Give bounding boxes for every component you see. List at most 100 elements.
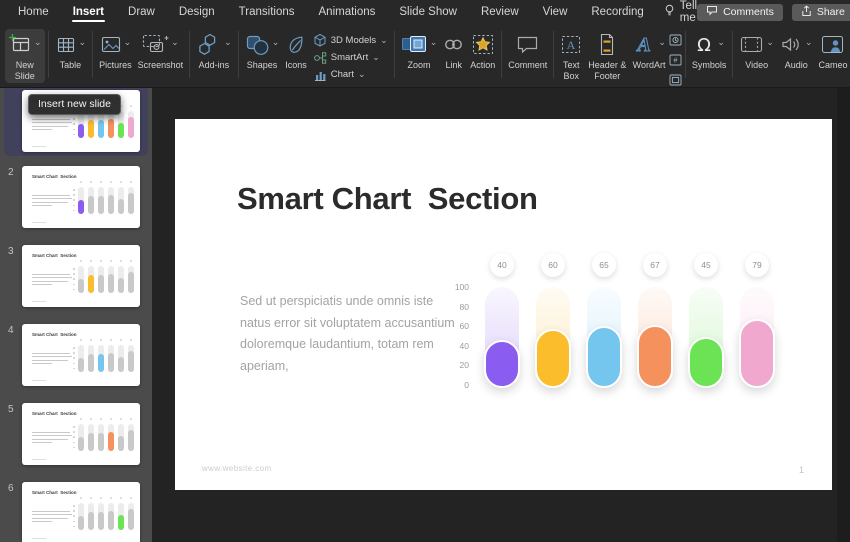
slide-thumbnail-3[interactable]: Smart Chart Section [22,245,140,307]
thumbnail-axis-dot [73,526,75,528]
tab-review[interactable]: Review [469,0,531,24]
thumbnail-value-dot [120,339,122,341]
thumbnail-footer-line [32,301,46,302]
tab-transitions[interactable]: Transitions [227,0,307,24]
chevron-down-icon[interactable]: ⌄ [79,38,87,47]
chevron-down-icon[interactable]: ⌄ [358,70,366,79]
thumbnail-value-dot [80,418,82,420]
header-footer-label: Header & Footer [588,60,626,81]
thumbnail-chart-pill [98,354,104,372]
slide-thumbnail-5[interactable]: Smart Chart Section [22,403,140,465]
ribbon-item-new-slide[interactable]: ⌄New Slide [5,29,45,83]
ribbon-item-3d-models[interactable]: 3D Models⌄ [310,32,391,49]
thumbnail-number: 3 [8,246,14,257]
chevron-down-icon[interactable]: ⌄ [171,38,179,47]
slide-canvas: Smart Chart Section Sed ut perspiciatis … [175,119,832,490]
thumbnail-value-dot [130,497,132,499]
ribbon-item-zoom[interactable]: ⌄Zoom [398,29,441,73]
smartart-icon [313,51,327,65]
share-button[interactable]: Share [792,4,850,21]
tab-animations[interactable]: Animations [307,0,388,24]
chart-pill [535,329,571,388]
slide-body-text[interactable]: Sed ut perspiciatis unde omnis iste natu… [240,291,464,377]
ribbon-item-slide-number[interactable]: # [669,53,682,71]
ribbon-item-smartart[interactable]: SmartArt ⌄ [310,49,391,66]
thumbnail-footer-line [32,459,46,460]
thumbnail-chart-pill [78,358,84,372]
ribbon-item-table[interactable]: ⌄Table [52,29,90,73]
ribbon-item-date-time[interactable] [669,33,682,51]
chevron-down-icon[interactable]: ⌄ [372,53,380,62]
comment-label: Comment [508,60,547,71]
thumbnail-text-line [32,281,68,282]
tab-draw[interactable]: Draw [116,0,167,24]
comments-button[interactable]: Comments [697,4,783,21]
tell-me[interactable]: Tell me [664,0,697,24]
ribbon-item-audio[interactable]: ⌄Audio [777,29,816,73]
chevron-down-icon[interactable]: ⌄ [717,38,725,47]
slide-chart[interactable]: 100806040200406065674579 [455,247,800,397]
slide-footer-url: www.website.com [202,464,272,473]
ribbon-item-comment[interactable]: Comment [505,29,550,73]
tab-design[interactable]: Design [167,0,227,24]
y-axis-tick-label: 0 [439,380,469,390]
ribbon-item-link[interactable]: Link [440,29,467,73]
tell-me-label: Tell me [680,0,697,24]
chart-pill [637,325,673,388]
ribbon-item-icons[interactable]: Icons [282,29,310,73]
y-axis-tick-label: 20 [439,360,469,370]
chevron-down-icon[interactable]: ⌄ [766,38,774,47]
add-ins-label: Add-ins [199,60,230,71]
menu-bar-right: Comments Share [697,4,850,21]
ribbon-item-header-footer[interactable]: Header & Footer [585,29,629,83]
thumbnail-axis-dot [73,442,75,444]
slide-thumbnail-4[interactable]: Smart Chart Section [22,324,140,386]
thumbnail-chart-pill [88,433,94,451]
link-label: Link [446,60,463,71]
ribbon-item-wordart[interactable]: A⌄WordArt [629,29,669,73]
ribbon-item-shapes[interactable]: ⌄ Shapes [242,29,283,73]
thumbnail-text-line [32,284,52,285]
chevron-down-icon[interactable]: ⌄ [380,36,388,45]
thumbnail-chart-pill [108,353,114,372]
slide-thumbnail-panel[interactable]: Smart Chart Section2Smart Chart Section3… [0,88,152,542]
thumbnail-axis-dot [73,357,75,359]
chevron-down-icon[interactable]: ⌄ [805,38,813,47]
chevron-down-icon[interactable]: ⌄ [272,38,280,47]
chevron-down-icon[interactable]: ⌄ [124,38,132,47]
slide-title[interactable]: Smart Chart Section [237,181,538,217]
chart-pill [688,337,724,388]
chevron-down-icon[interactable]: ⌄ [34,38,42,47]
smartart-label: SmartArt [331,52,368,63]
chevron-down-icon[interactable]: ⌄ [658,38,666,47]
ribbon-item-text-box[interactable]: AText Box [557,29,585,83]
thumbnail-value-dot [120,260,122,262]
thumbnail-axis-dot [73,273,75,275]
slide-thumbnail-2[interactable]: Smart Chart Section [22,166,140,228]
ribbon-item-pictures[interactable]: ⌄Pictures [96,29,135,73]
ribbon-item-symbols[interactable]: Ω⌄Symbols [689,29,730,73]
tab-home[interactable]: Home [6,0,61,24]
tab-recording[interactable]: Recording [579,0,655,24]
thumbnail-chart-pill [108,119,114,138]
thumbnail-text-line [32,277,72,278]
chevron-down-icon[interactable]: ⌄ [224,38,232,47]
ribbon-item-video[interactable]: ⌄Video [736,29,777,73]
ribbon-item-chart[interactable]: Chart⌄ [310,66,391,83]
slide-thumbnail-6[interactable]: Smart Chart Section [22,482,140,542]
ribbon-item-screenshot[interactable]: ⌄Screenshot [135,29,187,73]
chart-pill [586,326,622,388]
tab-slide-show[interactable]: Slide Show [387,0,469,24]
svg-text:A: A [567,38,576,52]
tab-view[interactable]: View [531,0,580,24]
ribbon-item-cameo[interactable]: Cameo [815,29,850,73]
ribbon-item-add-ins[interactable]: ⌄ Add-ins [193,29,235,73]
tab-insert[interactable]: Insert [61,0,116,24]
chevron-down-icon[interactable]: ⌄ [430,38,438,47]
thumbnail-text-line [32,356,72,357]
thumbnail-chart-pill [118,278,124,293]
shapes-label: Shapes [247,60,278,71]
ribbon-item-action[interactable]: Action [467,29,498,73]
chart-pill [484,340,520,388]
thumbnail-chart-pill [118,515,124,530]
